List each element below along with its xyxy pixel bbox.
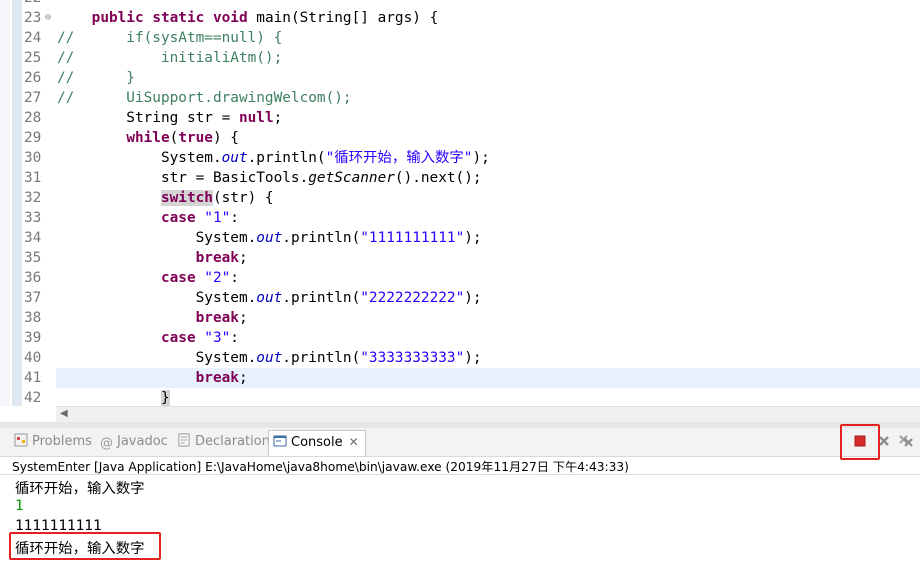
- line-number: 34: [24, 230, 42, 246]
- code-line[interactable]: 27 // UiSupport.drawingWelcom();: [0, 88, 920, 108]
- line-number: 42: [24, 390, 42, 406]
- code-text: case "2":: [160, 270, 239, 286]
- tab-declaration[interactable]: Declaration: [177, 431, 270, 453]
- line-number: 36: [24, 270, 42, 286]
- code-text: System.out.println("2222222222");: [57, 290, 482, 306]
- code-line[interactable]: 34 System.out.println("1111111111");: [0, 228, 920, 248]
- code-line[interactable]: 37 System.out.println("2222222222");: [0, 288, 920, 308]
- horizontal-scrollbar[interactable]: ◀: [56, 406, 920, 423]
- code-text: break;: [195, 310, 248, 326]
- javadoc-icon: @: [100, 436, 113, 451]
- code-text: str = BasicTools.getScanner().next();: [57, 170, 482, 186]
- code-text: System.out.println("3333333333");: [57, 350, 482, 366]
- code-text: case "3":: [160, 330, 239, 346]
- code-line[interactable]: 33 case "1":: [0, 208, 920, 228]
- line-number: 22: [24, 0, 46, 8]
- code-line[interactable]: 35 break;: [0, 248, 920, 268]
- code-line[interactable]: 23 ⊖ public static void main(String[] arg…: [0, 8, 920, 28]
- line-number: 37: [24, 290, 42, 306]
- code-text: String str = null;: [57, 110, 283, 126]
- code-line[interactable]: 39 case "3":: [0, 328, 920, 348]
- line-number: 30: [24, 150, 42, 166]
- code-line[interactable]: 32 switch(str) {: [0, 188, 920, 208]
- code-text: }: [160, 390, 170, 406]
- line-number: 31: [24, 170, 42, 186]
- code-line[interactable]: 41 break;: [0, 368, 920, 388]
- tab-problems[interactable]: Problems: [14, 431, 92, 453]
- line-number: 29: [24, 130, 42, 146]
- code-text: System.out.println("循环开始，输入数字");: [57, 150, 490, 166]
- view-tab-bar: Problems @ Javadoc Declaration Console ✕: [0, 428, 920, 457]
- console-line: 1: [15, 498, 24, 514]
- launch-info: SystemEnter [Java Application] E:\JavaHo…: [12, 460, 629, 474]
- code-line[interactable]: 30 System.out.println("循环开始，输入数字");: [0, 148, 920, 168]
- code-line[interactable]: 38 break;: [0, 308, 920, 328]
- code-text: public static void main(String[] args) {: [91, 10, 439, 26]
- remove-all-terminated-button[interactable]: [897, 432, 915, 450]
- line-number: 33: [24, 210, 42, 226]
- tab-problems-label: Problems: [32, 434, 92, 449]
- line-number: 40: [24, 350, 42, 366]
- code-text: // initialiAtm();: [57, 50, 283, 66]
- code-text: case "1":: [160, 210, 239, 226]
- output-highlight-box: [9, 532, 161, 560]
- line-number: 26: [24, 70, 42, 86]
- code-text: switch(str) {: [160, 190, 274, 206]
- code-line[interactable]: 42 }: [0, 388, 920, 406]
- code-editor[interactable]: 2223⊖ public static void main(String[] a…: [0, 0, 920, 406]
- tab-javadoc[interactable]: @ Javadoc: [100, 431, 168, 453]
- console-line: 循环开始，输入数字: [15, 481, 145, 497]
- problems-icon: [14, 433, 28, 447]
- code-line[interactable]: 25 // initialiAtm();: [0, 48, 920, 68]
- close-icon[interactable]: ✕: [349, 435, 359, 449]
- code-line[interactable]: 31 str = BasicTools.getScanner().next();: [0, 168, 920, 188]
- code-line[interactable]: 26 // }: [0, 68, 920, 88]
- line-number: 24: [24, 30, 42, 46]
- scroll-left-icon[interactable]: ◀: [60, 408, 68, 419]
- code-line[interactable]: 36 case "2":: [0, 268, 920, 288]
- line-number: 32: [24, 190, 42, 206]
- remove-all-terminated-icon: [899, 435, 913, 447]
- fold-toggle-icon[interactable]: ⊖: [45, 8, 51, 28]
- code-line[interactable]: 22: [0, 0, 920, 8]
- line-number: 39: [24, 330, 42, 346]
- code-text: while(true) {: [126, 130, 239, 146]
- tab-console-label: Console: [291, 435, 343, 450]
- code-line[interactable]: 40 System.out.println("3333333333");: [0, 348, 920, 368]
- code-text: System.out.println("1111111111");: [57, 230, 482, 246]
- tab-declaration-label: Declaration: [195, 434, 270, 449]
- line-number: 25: [24, 50, 42, 66]
- code-text: // UiSupport.drawingWelcom();: [57, 90, 352, 106]
- code-line[interactable]: 24 // if(sysAtm==null) {: [0, 28, 920, 48]
- tab-javadoc-label: Javadoc: [117, 434, 168, 449]
- code-text: break;: [195, 250, 248, 266]
- declaration-icon: [178, 433, 190, 447]
- line-number: 41: [24, 370, 42, 386]
- code-text: break;: [195, 370, 248, 386]
- terminate-highlight-box: [840, 424, 880, 460]
- tab-console[interactable]: Console ✕: [268, 430, 366, 456]
- line-number: 35: [24, 250, 42, 266]
- line-number: 27: [24, 90, 42, 106]
- code-text: // }: [57, 70, 135, 86]
- code-line[interactable]: 29 while(true) {: [0, 128, 920, 148]
- code-text: // if(sysAtm==null) {: [57, 30, 283, 46]
- line-number: 38: [24, 310, 42, 326]
- line-number: 23: [24, 10, 42, 26]
- line-number: 28: [24, 110, 42, 126]
- code-line[interactable]: 28 String str = null;: [0, 108, 920, 128]
- console-icon: [273, 435, 287, 447]
